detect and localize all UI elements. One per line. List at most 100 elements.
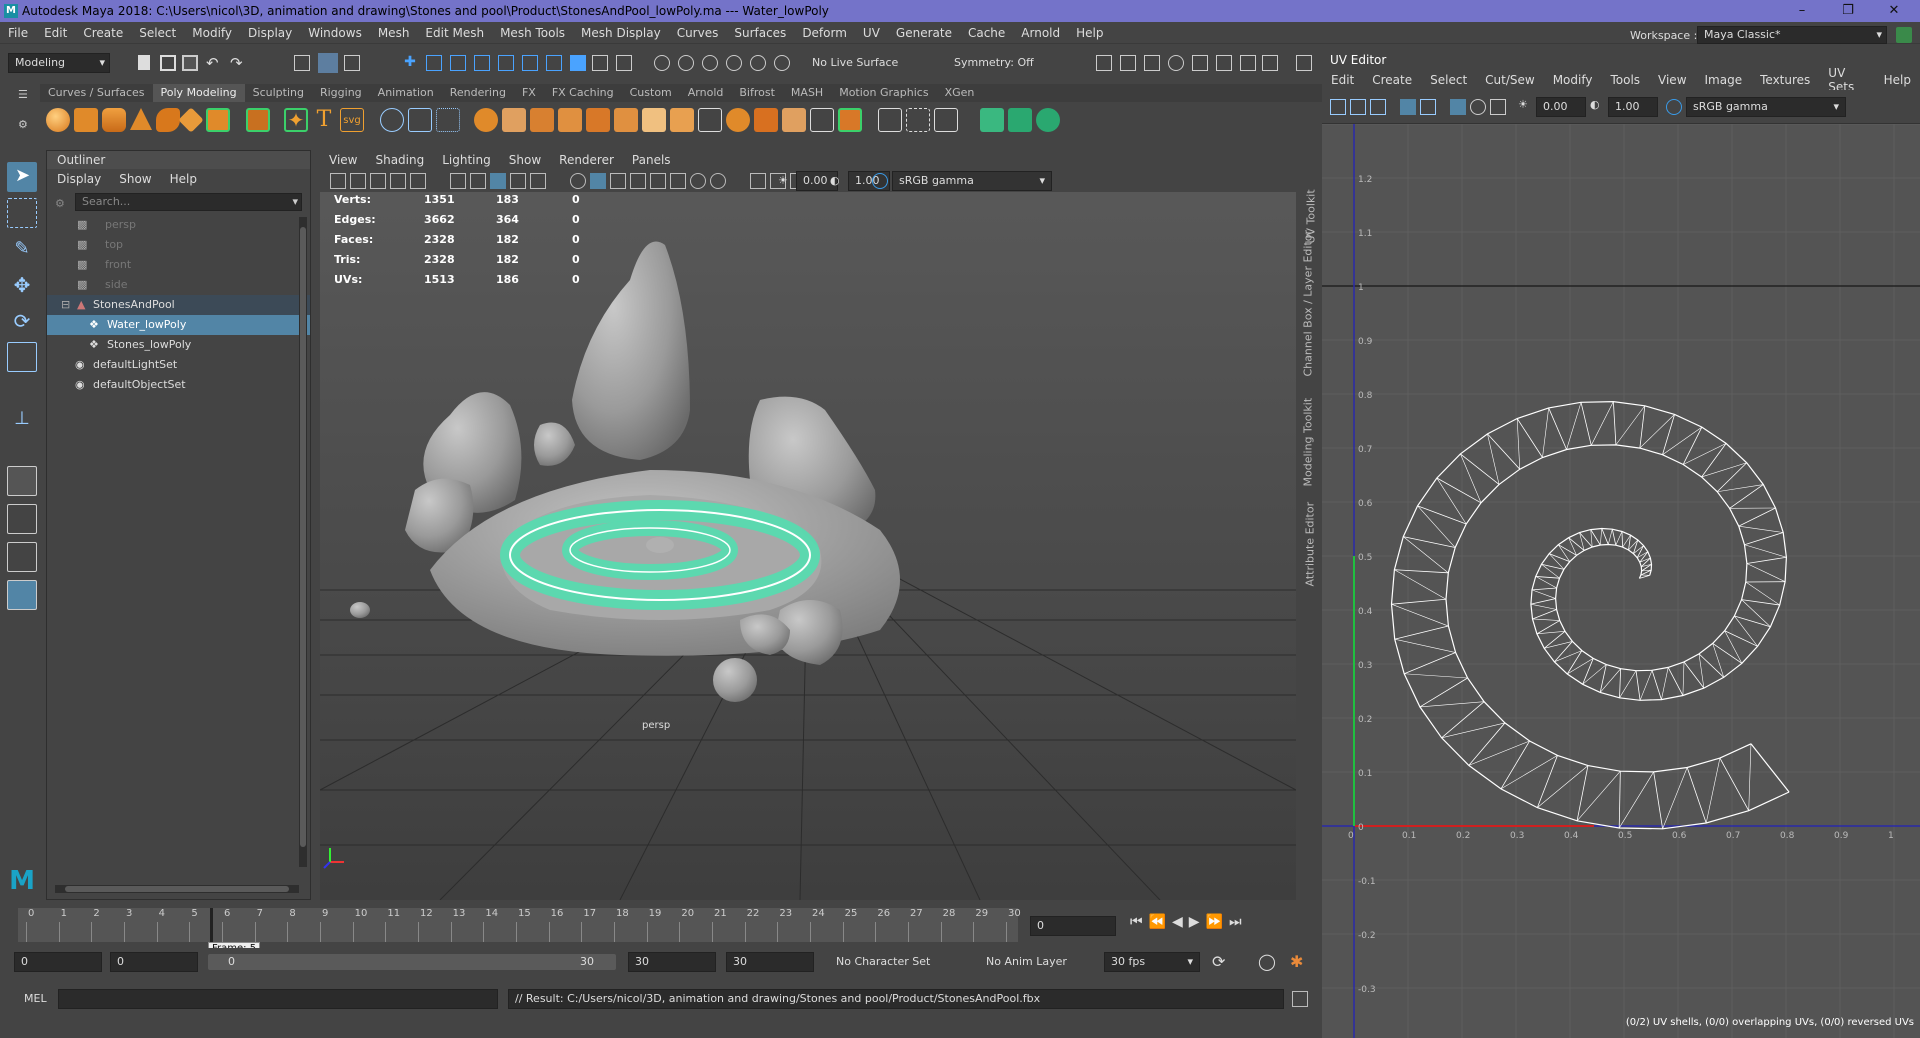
lock-icon[interactable] (570, 55, 586, 71)
target-weld-icon[interactable] (726, 108, 750, 132)
new-scene-icon[interactable] (138, 55, 150, 70)
scale-tool-icon[interactable] (7, 342, 37, 372)
shelf-settings-icon[interactable]: ⚙ (18, 118, 28, 131)
grid-toggle-icon[interactable] (410, 173, 426, 189)
soft-select-icon[interactable] (750, 55, 766, 71)
mirror-icon[interactable] (502, 108, 526, 132)
menu-edit[interactable]: Edit (36, 26, 75, 40)
boolean-icon[interactable] (474, 108, 498, 132)
menu-surfaces[interactable]: Surfaces (726, 26, 794, 40)
snap-projected-icon[interactable] (474, 55, 490, 71)
uv-menu-image[interactable]: Image (1696, 73, 1752, 87)
lock-workspace-icon[interactable] (1896, 27, 1912, 43)
anti-aliasing-icon[interactable] (690, 173, 706, 189)
maximize-button[interactable]: ❐ (1826, 0, 1870, 22)
output-ops-icon[interactable] (678, 55, 694, 71)
uv-grid-icon[interactable] (1400, 99, 1416, 115)
four-view-layout-icon[interactable] (7, 504, 37, 534)
uv-distortion-icon[interactable] (1370, 99, 1386, 115)
outliner-item-side[interactable]: ▩ side (47, 275, 310, 295)
menu-set-dropdown[interactable]: Modeling ▾ (8, 53, 110, 73)
outliner-item-stonesandpool[interactable]: ⊟ ▲ StonesAndPool (47, 295, 310, 315)
snap-curve-icon[interactable] (426, 55, 442, 71)
outliner-menu-display[interactable]: Display (57, 172, 101, 186)
super-shape-icon[interactable]: ✦ (284, 108, 308, 132)
color-space-dropdown[interactable]: sRGB gamma ▾ (892, 171, 1052, 191)
shelf-tab-fx[interactable]: FX (514, 84, 544, 102)
uv-menu-create[interactable]: Create (1363, 73, 1421, 87)
menu-create[interactable]: Create (75, 26, 131, 40)
xray-icon[interactable] (610, 173, 626, 189)
anim-layer-dropdown[interactable]: No Anim Layer (986, 955, 1067, 968)
menu-modify[interactable]: Modify (184, 26, 240, 40)
shadows-icon[interactable] (570, 173, 586, 189)
render-view-icon[interactable] (1216, 55, 1232, 71)
loop-icon[interactable]: ⟳ (1212, 952, 1225, 971)
menu-generate[interactable]: Generate (888, 26, 960, 40)
poly-type-icon[interactable]: T (312, 108, 336, 132)
separate-icon[interactable] (408, 108, 432, 132)
magnet-icon[interactable] (702, 55, 718, 71)
vp-menu-show[interactable]: Show (500, 153, 550, 167)
open-scene-icon[interactable] (160, 55, 176, 71)
menu-mesh-display[interactable]: Mesh Display (573, 26, 669, 40)
show-manipulator-icon[interactable]: ⊥ (7, 404, 37, 434)
uv-menu-select[interactable]: Select (1421, 73, 1476, 87)
menu-windows[interactable]: Windows (300, 26, 370, 40)
history-icon[interactable] (616, 55, 632, 71)
menu-edit-mesh[interactable]: Edit Mesh (417, 26, 492, 40)
automatic-map-icon[interactable] (906, 108, 930, 132)
textured-icon[interactable] (510, 173, 526, 189)
select-hierarchy-icon[interactable] (294, 55, 310, 71)
vp-menu-renderer[interactable]: Renderer (550, 153, 623, 167)
character-set-dropdown[interactable]: No Character Set (836, 955, 930, 968)
outliner-item-top[interactable]: ▩ top (47, 235, 310, 255)
vp-menu-panels[interactable]: Panels (623, 153, 680, 167)
reflect-icon[interactable] (774, 55, 790, 71)
uv-menu-help[interactable]: Help (1875, 73, 1920, 87)
uv-dim-image-icon[interactable] (1470, 99, 1486, 115)
motion-blur-icon[interactable] (670, 173, 686, 189)
outliner-item-persp[interactable]: ▩ persp (47, 215, 310, 235)
outliner-scrollbar[interactable] (299, 217, 307, 867)
workspace-dropdown[interactable]: Maya Classic* ▾ (1697, 26, 1887, 44)
poly-disc-icon[interactable] (206, 108, 230, 132)
single-perspective-layout-icon[interactable] (7, 466, 37, 496)
collapse-icon[interactable] (670, 108, 694, 132)
tab-attribute-editor[interactable]: Attribute Editor (1304, 487, 1317, 587)
cut-uv-icon[interactable] (934, 108, 958, 132)
uv-menu-modify[interactable]: Modify (1544, 73, 1602, 87)
lasso-tool-icon[interactable] (7, 198, 37, 228)
render-settings-icon[interactable] (1168, 55, 1184, 71)
poly-torus-icon[interactable] (156, 108, 180, 132)
poly-sphere-icon[interactable] (46, 108, 70, 132)
outliner-menu-help[interactable]: Help (170, 172, 197, 186)
command-input[interactable] (58, 989, 498, 1009)
fps-dropdown[interactable]: 30 fps ▾ (1104, 952, 1200, 972)
uv-shaded-icon[interactable] (1350, 99, 1366, 115)
shelf-tab-bifrost[interactable]: Bifrost (731, 84, 783, 102)
platonic-solid-icon[interactable] (246, 108, 270, 132)
toggle-panel-icon[interactable] (1240, 55, 1256, 71)
uv-canvas[interactable]: 1.2 1.1 1 0.9 0.8 0.7 0.6 0.5 0.4 0.3 0.2 0.1 0 -0.1 -… (1322, 124, 1920, 1038)
menu-help[interactable]: Help (1068, 26, 1111, 40)
sculpt-icon[interactable] (726, 55, 742, 71)
edge-flow-icon[interactable] (810, 108, 834, 132)
render-sequence-icon[interactable] (1120, 55, 1136, 71)
search-options-icon[interactable]: ⚙ (55, 197, 65, 210)
snap-view-plane-icon[interactable] (498, 55, 514, 71)
menu-mesh-tools[interactable]: Mesh Tools (492, 26, 573, 40)
vp-menu-lighting[interactable]: Lighting (433, 153, 500, 167)
shelf-tab-arnold[interactable]: Arnold (680, 84, 732, 102)
poly-plane-icon[interactable] (178, 107, 204, 133)
uv-color-space-dropdown[interactable]: sRGB gamma ▾ (1686, 97, 1846, 117)
tab-modeling-toolkit[interactable]: Modeling Toolkit (1302, 387, 1315, 487)
playback-controls[interactable]: ⏮⏪◀▶⏩⏭ (1130, 914, 1248, 930)
snap-point-icon[interactable] (450, 55, 466, 71)
rotate-tool-icon[interactable]: ⟳ (7, 306, 37, 336)
poly-cylinder-icon[interactable] (102, 108, 126, 132)
camera-attributes-icon[interactable] (350, 173, 366, 189)
auto-key-icon[interactable]: ◯ (1258, 952, 1276, 971)
menu-select[interactable]: Select (131, 26, 184, 40)
fill-hole-icon[interactable] (614, 108, 638, 132)
